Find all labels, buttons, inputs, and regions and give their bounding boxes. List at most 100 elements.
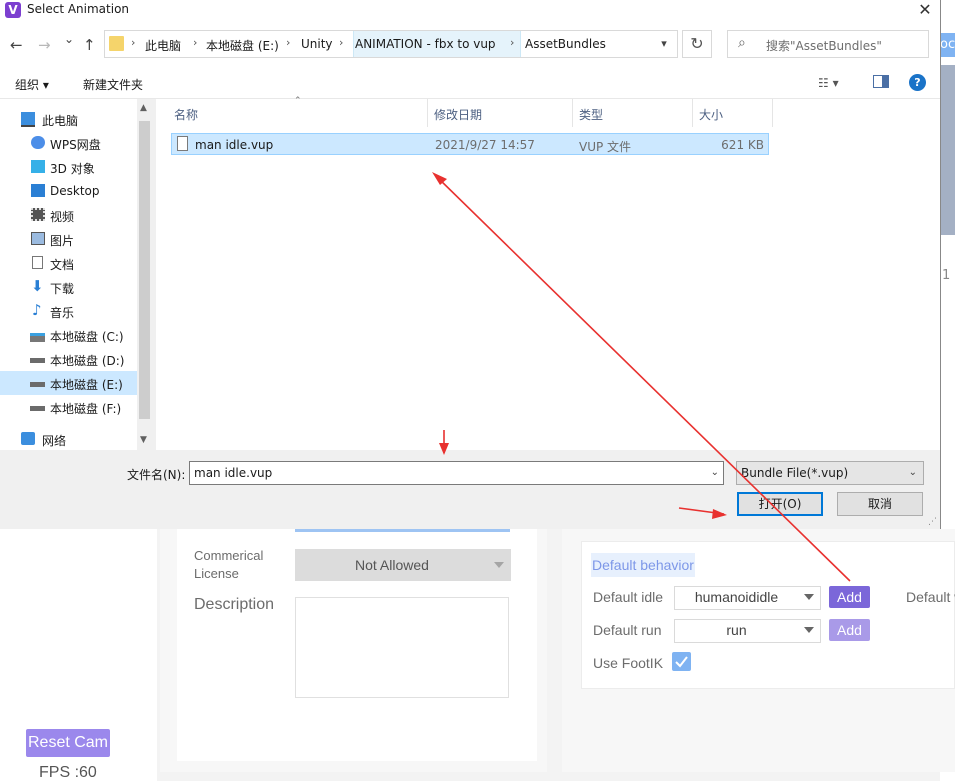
column-header-size[interactable]: 大小 [693, 99, 773, 127]
resize-grip-icon[interactable]: ⋰ [928, 517, 937, 527]
search-box[interactable]: ⌕ 搜索"AssetBundles" [727, 30, 929, 58]
sidebar-item-drive-d[interactable]: 本地磁盘 (D:) [0, 347, 137, 371]
check-icon [675, 656, 688, 668]
edge-text: 1 [942, 268, 951, 283]
sidebar-item-label: 3D 对象 [50, 162, 95, 176]
breadcrumb-drive-e[interactable]: 本地磁盘 (E:) [206, 37, 279, 54]
help-icon: ? [914, 76, 921, 89]
preview-pane-button[interactable] [873, 75, 889, 88]
help-button[interactable]: ? [909, 74, 926, 91]
sidebar-scrollbar[interactable]: ▲ ▼ [137, 99, 152, 450]
view-options-button[interactable]: ☷ ▾ [818, 76, 839, 90]
chevron-down-icon[interactable]: ⌄ [711, 467, 719, 478]
default-behavior-tab[interactable]: Default behavior [591, 553, 695, 577]
open-button[interactable]: 打开(O) [737, 492, 823, 516]
scroll-up-icon: ▲ [140, 103, 147, 113]
sidebar-item-documents[interactable]: 文档 [0, 251, 137, 275]
column-label: 大小 [699, 108, 724, 122]
sidebar-item-3d-objects[interactable]: 3D 对象 [0, 155, 137, 179]
default-idle-value: humanoididle [694, 589, 779, 605]
search-icon: ⌕ [738, 35, 746, 51]
filename-label: 文件名(N): [127, 468, 186, 482]
breadcrumb-unity[interactable]: Unity [301, 37, 333, 51]
fps-counter: FPS :60 [39, 764, 97, 781]
sort-ascending-icon: ⌃ [294, 96, 302, 106]
sidebar-item-this-pc[interactable]: 此电脑 [0, 107, 137, 131]
scrollbar-thumb[interactable] [139, 121, 150, 419]
default-run-dropdown[interactable]: run [674, 619, 821, 643]
edge-image [940, 65, 955, 235]
blue-field-edge [295, 529, 510, 532]
select-animation-dialog: V Select Animation ✕ ← → ⌄ ↑ › 此电脑 › 本地磁… [0, 0, 941, 529]
add-idle-button[interactable]: Add [829, 586, 870, 608]
sidebar-item-desktop[interactable]: Desktop [0, 179, 137, 203]
download-icon: ⬇ [31, 277, 44, 295]
refresh-icon: ↻ [690, 34, 704, 53]
filename-value: man idle.vup [194, 466, 273, 480]
search-input[interactable]: 搜索"AssetBundles" [766, 37, 882, 54]
cancel-button[interactable]: 取消 [837, 492, 923, 516]
column-header-modified[interactable]: 修改日期 [428, 99, 573, 127]
description-textarea[interactable] [295, 597, 509, 698]
close-button[interactable]: ✕ [910, 0, 940, 22]
computer-icon [21, 112, 35, 127]
sidebar-item-label: 本地磁盘 (C:) [50, 330, 124, 344]
chevron-down-icon [494, 562, 504, 568]
chevron-down-icon: ▾ [661, 37, 667, 50]
use-footik-label: Use FootIK [593, 655, 664, 671]
sidebar-item-pictures[interactable]: 图片 [0, 227, 137, 251]
commercial-license-label-2: License [194, 566, 239, 581]
drive-icon [30, 382, 45, 387]
sidebar-item-drive-e[interactable]: 本地磁盘 (E:) [0, 371, 137, 395]
music-icon: ♪ [32, 301, 42, 319]
table-row[interactable]: man idle.vup 2021/9/27 14:57 VUP 文件 621 … [171, 133, 769, 155]
navigation-pane: 此电脑 WPS网盘 3D 对象 Desktop 视频 图片 文档 ⬇ 下载 ♪ … [0, 99, 152, 450]
close-icon: ✕ [918, 0, 932, 19]
description-label: Description [194, 596, 275, 613]
sidebar-item-wps[interactable]: WPS网盘 [0, 131, 137, 155]
filetype-select[interactable]: Bundle File(*.vup) ⌄ [736, 461, 924, 485]
sidebar-item-network[interactable]: 网络 [0, 427, 137, 451]
commercial-license-dropdown[interactable]: Not Allowed [295, 549, 511, 581]
sidebar-item-label: 此电脑 [42, 114, 79, 128]
breadcrumb-animation-folder[interactable]: ANIMATION - fbx to vup [355, 37, 496, 51]
default-right-label: Default w [906, 589, 955, 605]
picture-icon [31, 232, 45, 245]
add-run-button[interactable]: Add [829, 619, 870, 641]
video-icon [31, 208, 45, 221]
sidebar-item-label: WPS网盘 [50, 138, 101, 152]
back-button[interactable]: ← [10, 36, 23, 54]
address-bar[interactable]: › 此电脑 › 本地磁盘 (E:) › Unity › ANIMATION - … [104, 30, 678, 58]
breadcrumb-separator: › [510, 36, 515, 49]
network-icon [21, 432, 35, 445]
sidebar-item-downloads[interactable]: ⬇ 下载 [0, 275, 137, 299]
sidebar-item-drive-c[interactable]: 本地磁盘 (C:) [0, 323, 137, 347]
sidebar-item-music[interactable]: ♪ 音乐 [0, 299, 137, 323]
refresh-button[interactable]: ↻ [682, 30, 712, 58]
chevron-down-icon [804, 594, 814, 600]
forward-button[interactable]: → [38, 36, 51, 54]
use-footik-checkbox[interactable] [672, 652, 691, 671]
file-list: 名称 ⌃ 修改日期 类型 大小 man idle.vup 2021/9/27 1… [156, 96, 940, 450]
breadcrumb-assetbundles[interactable]: AssetBundles [525, 37, 606, 51]
drive-c-icon [30, 333, 45, 342]
sidebar-item-videos[interactable]: 视频 [0, 203, 137, 227]
commercial-license-value: Not Allowed [355, 557, 429, 573]
drive-icon [30, 358, 45, 363]
sidebar-item-drive-f[interactable]: 本地磁盘 (F:) [0, 395, 137, 419]
sidebar-item-label: 下载 [50, 282, 75, 296]
recent-locations-button[interactable]: ⌄ [64, 32, 74, 46]
organize-menu[interactable]: 组织 ▾ [15, 76, 49, 93]
address-dropdown-button[interactable]: ▾ [651, 31, 677, 57]
column-header-type[interactable]: 类型 [573, 99, 693, 127]
new-folder-button[interactable]: 新建文件夹 [83, 76, 143, 93]
default-idle-dropdown[interactable]: humanoididle [674, 586, 821, 610]
drive-icon [30, 406, 45, 411]
up-button[interactable]: ↑ [83, 36, 96, 54]
breadcrumb-this-pc[interactable]: 此电脑 [145, 37, 181, 54]
filename-input[interactable]: man idle.vup ⌄ [189, 461, 724, 485]
file-modified: 2021/9/27 14:57 [435, 138, 535, 152]
sidebar-item-label: 文档 [50, 258, 75, 272]
reset-cam-button[interactable]: Reset Cam [26, 729, 110, 757]
commercial-license-label: Commerical [194, 548, 264, 563]
